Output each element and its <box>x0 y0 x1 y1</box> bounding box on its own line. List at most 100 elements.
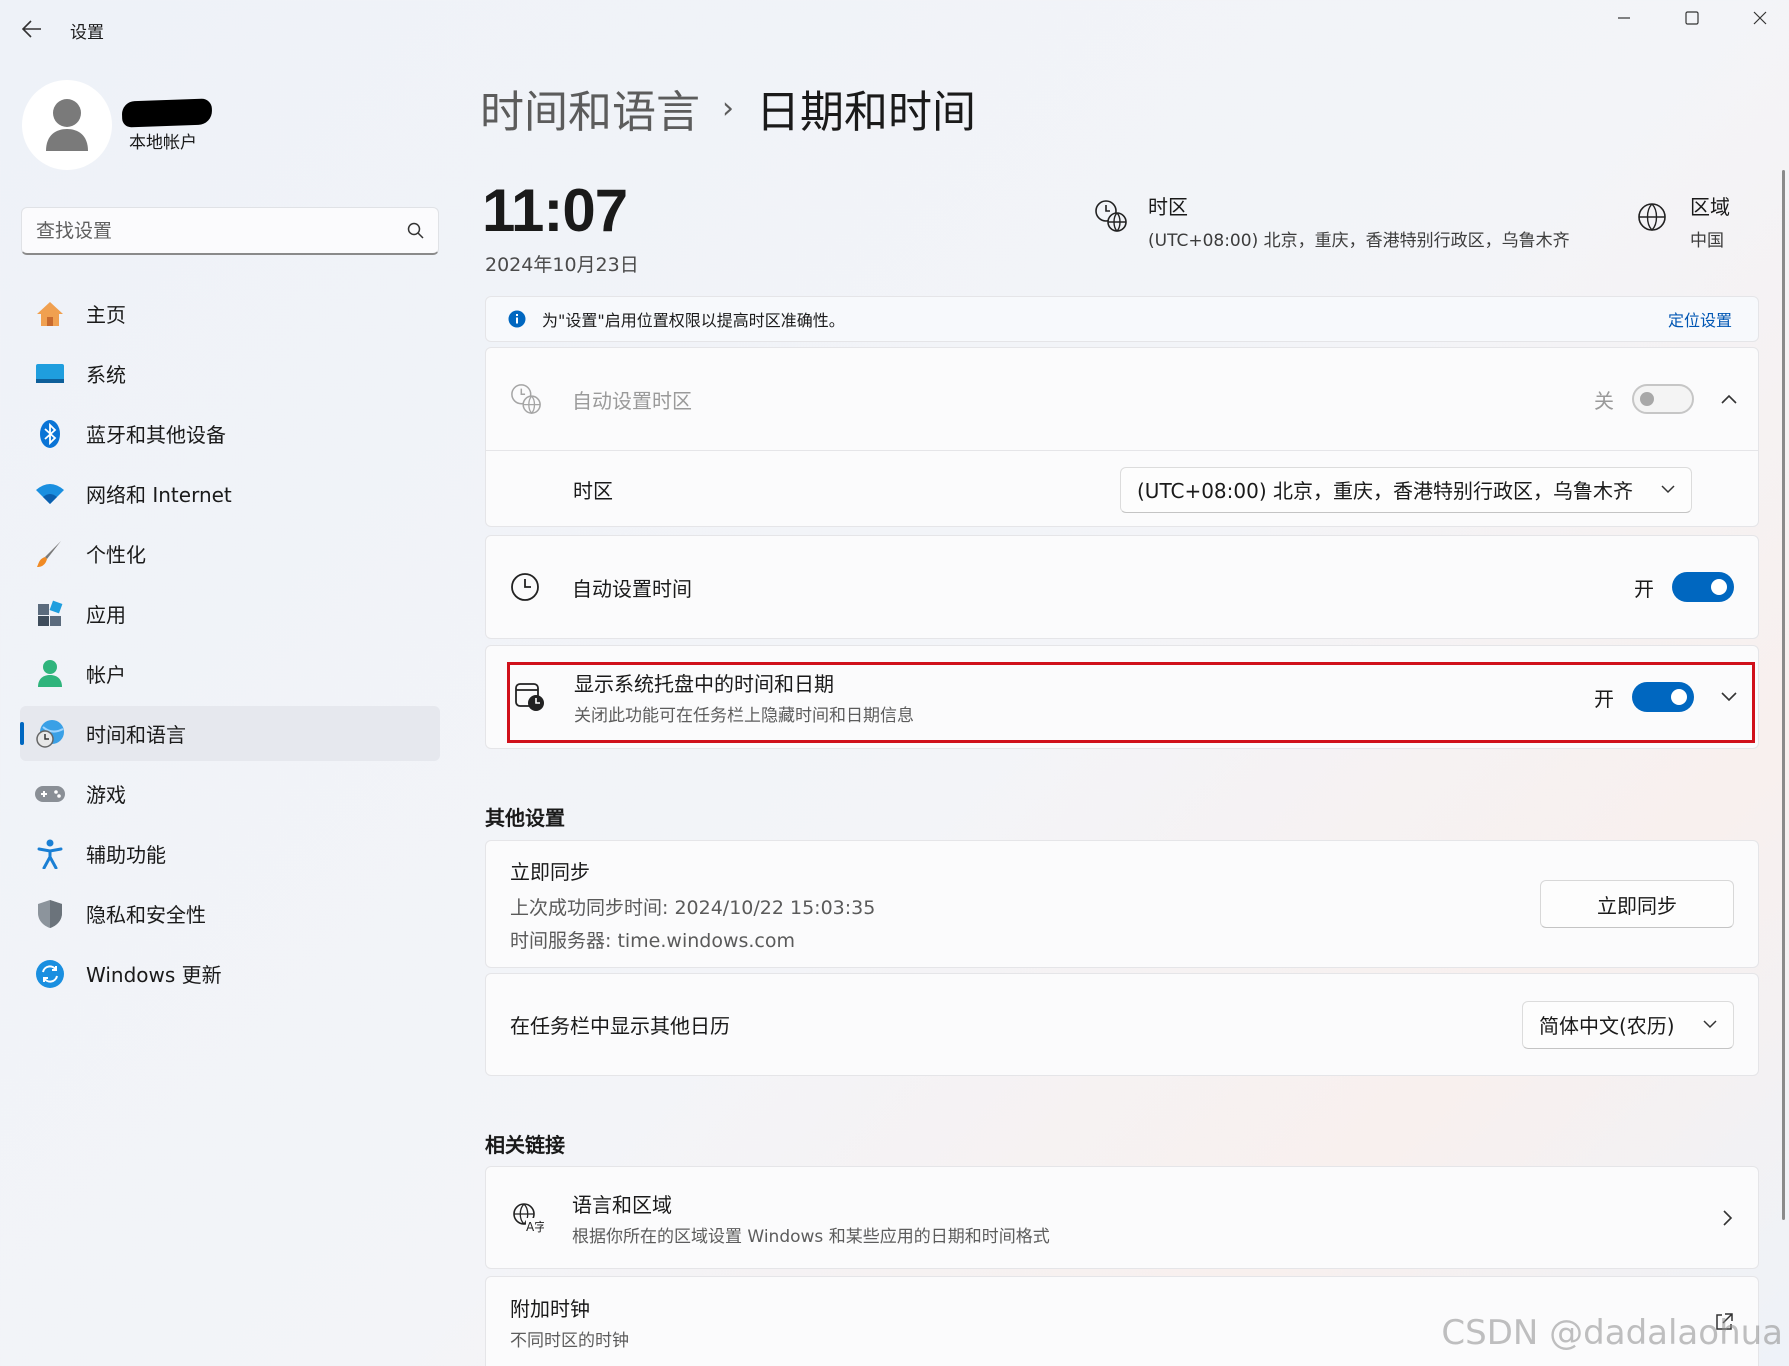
avatar[interactable] <box>22 80 112 170</box>
maximize-button[interactable] <box>1658 0 1726 36</box>
maximize-icon <box>1685 11 1699 25</box>
wifi-icon <box>34 478 66 510</box>
system-icon <box>34 358 66 390</box>
sidebar-item-system[interactable]: 系统 <box>20 346 440 401</box>
title-bar: 设置 <box>0 0 1789 58</box>
auto-time-title: 自动设置时间 <box>572 576 692 601</box>
calendar-dropdown[interactable]: 简体中文(农历) <box>1522 1000 1734 1049</box>
current-date: 2024年10月23日 <box>485 254 639 276</box>
watermark: CSDN @dadalaohua <box>1441 1313 1783 1353</box>
sidebar-item-label: 网络和 Internet <box>86 483 232 507</box>
sidebar-item-label: 主页 <box>86 303 126 327</box>
timezone-select-row: 时区 (UTC+08:00) 北京，重庆，香港特别行政区，乌鲁木齐 <box>486 451 1758 528</box>
timezone-globe-clock-icon <box>511 384 541 415</box>
chevron-down-icon <box>1703 1020 1717 1029</box>
app-title: 设置 <box>70 23 104 43</box>
chevron-down-icon <box>1661 485 1675 494</box>
location-settings-link[interactable]: 定位设置 <box>1668 307 1732 331</box>
close-button[interactable] <box>1726 0 1789 36</box>
clock-icon <box>511 573 539 601</box>
back-button[interactable] <box>14 12 50 46</box>
sidebar-item-label: 隐私和安全性 <box>86 903 206 927</box>
update-icon <box>34 958 66 990</box>
accessibility-icon <box>34 838 66 870</box>
gamepad-icon <box>34 778 66 810</box>
additional-clocks-title: 附加时钟 <box>510 1296 590 1321</box>
sidebar-item-label: Windows 更新 <box>86 963 222 987</box>
auto-time-card: 自动设置时间 开 <box>485 535 1759 639</box>
breadcrumb-separator: › <box>722 90 734 126</box>
last-sync-time: 上次成功同步时间: 2024/10/22 15:03:35 <box>510 896 876 919</box>
sidebar-item-label: 游戏 <box>86 783 126 807</box>
calendar-card: 在任务栏中显示其他日历 简体中文(农历) <box>485 973 1759 1076</box>
chevron-up-icon[interactable] <box>1720 393 1738 405</box>
bluetooth-icon <box>34 418 66 450</box>
region-summary: 区域 中国 <box>1636 191 1730 251</box>
scrollbar[interactable] <box>1782 170 1785 1220</box>
account-icon <box>34 658 66 690</box>
related-links-heading: 相关链接 <box>485 1133 565 1157</box>
minimize-icon <box>1618 17 1630 19</box>
red-highlight-box <box>507 662 1755 743</box>
account-type: 本地帐户 <box>129 133 197 153</box>
sidebar-item-accounts[interactable]: 帐户 <box>20 646 440 701</box>
breadcrumb-parent[interactable]: 时间和语言 <box>480 76 700 140</box>
sidebar-item-label: 蓝牙和其他设备 <box>86 423 226 447</box>
region-summary-value: 中国 <box>1690 231 1724 251</box>
globe-icon <box>1638 203 1666 231</box>
sidebar-item-windows-update[interactable]: Windows 更新 <box>20 946 440 1001</box>
region-summary-title: 区域 <box>1690 195 1730 219</box>
sidebar-item-accessibility[interactable]: 辅助功能 <box>20 826 440 881</box>
sidebar-item-privacy[interactable]: 隐私和安全性 <box>20 886 440 941</box>
chevron-right-icon <box>1723 1209 1733 1226</box>
sidebar-item-label: 帐户 <box>86 663 126 687</box>
breadcrumb: 时间和语言 › 日期和时间 <box>480 76 976 140</box>
svg-text:A字: A字 <box>526 1219 544 1234</box>
sidebar-item-label: 时间和语言 <box>86 723 186 747</box>
auto-timezone-state: 关 <box>1594 388 1614 413</box>
sidebar-item-personalization[interactable]: 个性化 <box>20 526 440 581</box>
sync-now-button[interactable]: 立即同步 <box>1540 880 1734 928</box>
search-box[interactable] <box>21 207 439 255</box>
sidebar-item-bluetooth[interactable]: 蓝牙和其他设备 <box>20 406 440 461</box>
brush-icon <box>34 538 66 570</box>
sidebar-item-apps[interactable]: 应用 <box>20 586 440 641</box>
sidebar-item-label: 应用 <box>86 603 126 627</box>
search-icon[interactable] <box>407 222 424 239</box>
sidebar-nav: 主页 系统 蓝牙和其他设备 网络和 Internet 个性化 应用 帐户 时间和… <box>20 286 440 1006</box>
other-settings-heading: 其他设置 <box>485 806 565 830</box>
sidebar-item-label: 个性化 <box>86 543 146 567</box>
sync-title: 立即同步 <box>510 859 590 884</box>
minimize-button[interactable] <box>1590 0 1658 36</box>
apps-icon <box>34 598 66 630</box>
calendar-dropdown-value: 简体中文(农历) <box>1539 1014 1675 1038</box>
infobar-message: 为"设置"启用位置权限以提高时区准确性。 <box>542 311 845 330</box>
sync-card: 立即同步 上次成功同步时间: 2024/10/22 15:03:35 时间服务器… <box>485 840 1759 968</box>
auto-time-toggle[interactable] <box>1672 572 1734 602</box>
sidebar-item-time-language[interactable]: 时间和语言 <box>20 706 440 761</box>
language-region-title: 语言和区域 <box>572 1192 672 1217</box>
language-region-subtitle: 根据你所在的区域设置 Windows 和某些应用的日期和时间格式 <box>572 1226 1050 1247</box>
time-language-icon <box>34 718 66 750</box>
sidebar-item-gaming[interactable]: 游戏 <box>20 766 440 821</box>
timezone-summary-value: (UTC+08:00) 北京，重庆，香港特别行政区，乌鲁木齐 <box>1148 231 1570 251</box>
sidebar-item-home[interactable]: 主页 <box>20 286 440 341</box>
sidebar-item-label: 系统 <box>86 363 126 387</box>
shield-icon <box>34 898 66 930</box>
redacted-username <box>121 98 213 128</box>
language-region-link[interactable]: A字 语言和区域 根据你所在的区域设置 Windows 和某些应用的日期和时间格… <box>485 1166 1759 1269</box>
back-arrow-icon <box>22 20 41 38</box>
auto-timezone-row[interactable]: 自动设置时区 关 <box>486 348 1758 451</box>
calendar-title: 在任务栏中显示其他日历 <box>510 1014 730 1038</box>
timezone-dropdown-value: (UTC+08:00) 北京，重庆，香港特别行政区，乌鲁木齐 <box>1137 479 1634 503</box>
timezone-dropdown[interactable]: (UTC+08:00) 北京，重庆，香港特别行政区，乌鲁木齐 <box>1120 466 1692 513</box>
user-avatar-icon <box>46 99 88 151</box>
location-permission-infobar: 为"设置"启用位置权限以提高时区准确性。 定位设置 <box>485 296 1759 342</box>
auto-timezone-toggle[interactable] <box>1632 384 1694 414</box>
auto-timezone-card: 自动设置时区 关 时区 (UTC+08:00) 北京，重庆，香港特别行政区，乌鲁… <box>485 347 1759 527</box>
page-title: 日期和时间 <box>756 87 976 138</box>
additional-clocks-subtitle: 不同时区的时钟 <box>510 1330 629 1351</box>
search-input[interactable] <box>36 219 407 242</box>
sidebar-item-network[interactable]: 网络和 Internet <box>20 466 440 521</box>
timezone-summary-title: 时区 <box>1148 195 1188 219</box>
